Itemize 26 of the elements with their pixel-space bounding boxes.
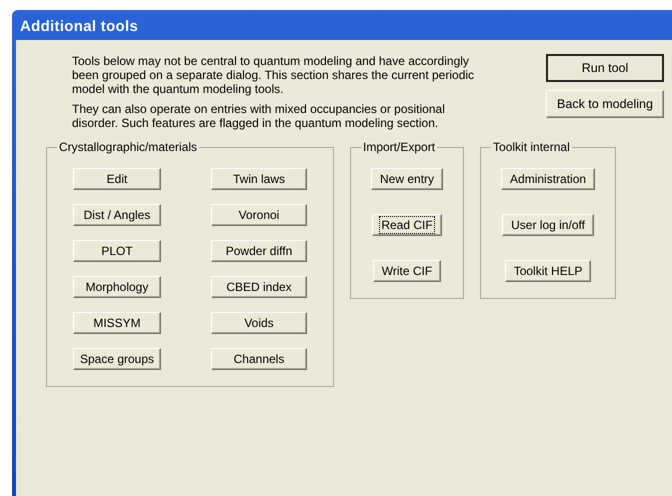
run-tool-button[interactable]: Run tool: [546, 54, 664, 82]
tool-button[interactable]: Administration: [501, 168, 596, 190]
description-text: They can also operate on entries with mixed occupancies or positional disorder. Such features are flagged in the quantum modeling section.: [72, 102, 446, 130]
tool-button[interactable]: Toolkit HELP: [504, 260, 592, 282]
tool-button[interactable]: Voronoi: [211, 204, 307, 226]
tool-button[interactable]: Twin laws: [211, 168, 307, 190]
tool-button[interactable]: Powder diffn: [211, 240, 307, 262]
tool-button[interactable]: Voids: [211, 312, 307, 334]
tool-button[interactable]: Space groups: [73, 348, 161, 370]
tool-button[interactable]: Read CIF: [372, 214, 442, 236]
tool-button[interactable]: Dist / Angles: [73, 204, 161, 226]
tool-button[interactable]: Write CIF: [372, 260, 442, 282]
group-title: Import/Export: [362, 140, 436, 154]
tool-button[interactable]: Edit: [73, 168, 161, 190]
group-title: Toolkit internal: [492, 140, 571, 154]
tool-button[interactable]: New entry: [371, 168, 444, 190]
group-title: Crystallographic/materials: [58, 140, 198, 154]
tool-button[interactable]: MISSYM: [73, 312, 161, 334]
tool-button[interactable]: Morphology: [73, 276, 161, 298]
description-text: Tools below may not be central to quantum modeling and have accordingly been grouped on a separate dialog. This section shares the current periodic model with the quantum modeling tools.: [72, 54, 476, 96]
tool-button[interactable]: Channels: [211, 348, 307, 370]
tool-button[interactable]: PLOT: [73, 240, 161, 262]
tool-button[interactable]: User log in/off: [502, 214, 594, 236]
tool-button[interactable]: CBED index: [211, 276, 307, 298]
back-button[interactable]: Back to modeling: [546, 90, 664, 118]
window-title: Additional tools: [19, 17, 140, 37]
